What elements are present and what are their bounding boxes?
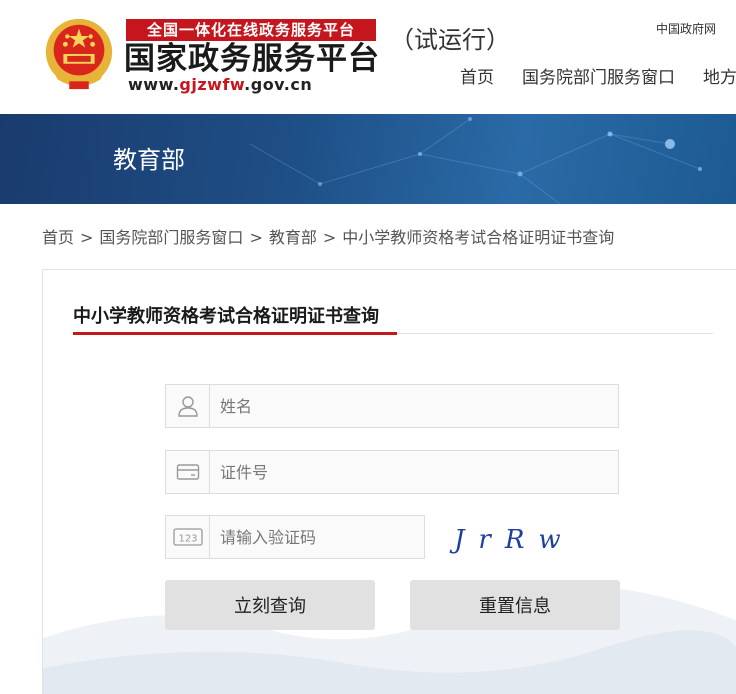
id-card-icon xyxy=(166,451,210,493)
nav-state-council-window[interactable]: 国务院部门服务窗口 xyxy=(522,66,675,90)
nav-home[interactable]: 首页 xyxy=(460,66,494,90)
name-field[interactable] xyxy=(165,384,619,428)
captcha-text: JrRw xyxy=(449,525,568,555)
name-input[interactable] xyxy=(210,386,618,426)
nav-local[interactable]: 地方 xyxy=(703,66,736,90)
url-prefix: www. xyxy=(128,75,180,94)
department-banner: 教育部 xyxy=(0,114,736,204)
captcha-input[interactable] xyxy=(210,517,424,557)
breadcrumb: 首页 > 国务院部门服务窗口 > 教育部 > 中小学教师资格考试合格证明证书查询 xyxy=(42,226,614,250)
top-nav: 首页 国务院部门服务窗口 地方 xyxy=(460,66,736,90)
site-url: www.gjzwfw.gov.cn xyxy=(128,76,312,94)
captcha-field[interactable]: 123 xyxy=(165,515,425,559)
id-number-field[interactable] xyxy=(165,450,619,494)
captcha-123-icon: 123 xyxy=(166,516,210,558)
title-underline xyxy=(73,332,397,335)
gov-link[interactable]: 中国政府网 xyxy=(656,20,716,37)
banner-network-decoration xyxy=(249,117,702,204)
trial-label: （试运行） xyxy=(390,26,510,54)
site-title[interactable]: 国家政务服务平台 xyxy=(124,40,380,78)
breadcrumb-separator: > xyxy=(249,228,263,247)
banner-title: 教育部 xyxy=(113,146,185,174)
id-number-input[interactable] xyxy=(210,452,618,492)
national-emblem-icon[interactable] xyxy=(40,14,118,94)
breadcrumb-current-page: 中小学教师资格考试合格证明证书查询 xyxy=(342,228,615,247)
query-button[interactable]: 立刻查询 xyxy=(165,580,375,630)
query-panel: 中小学教师资格考试合格证明证书查询 123 xyxy=(42,269,736,694)
url-highlight: gjzwfw xyxy=(179,75,245,94)
logo-slogan: 全国一体化在线政务服务平台 xyxy=(126,19,376,41)
reset-button[interactable]: 重置信息 xyxy=(410,580,620,630)
site-header: 全国一体化在线政务服务平台 国家政务服务平台 www.gjzwfw.gov.cn… xyxy=(0,0,736,114)
url-suffix: .gov.cn xyxy=(244,75,313,94)
breadcrumb-separator: > xyxy=(80,228,94,247)
user-icon xyxy=(166,385,210,427)
breadcrumb-home[interactable]: 首页 xyxy=(42,228,74,247)
svg-text:123: 123 xyxy=(178,534,197,545)
breadcrumb-separator: > xyxy=(322,228,337,247)
form-title: 中小学教师资格考试合格证明证书查询 xyxy=(73,306,379,327)
breadcrumb-ministry-of-education[interactable]: 教育部 xyxy=(269,228,317,247)
breadcrumb-state-council-window[interactable]: 国务院部门服务窗口 xyxy=(99,228,243,247)
captcha-image[interactable]: JrRw xyxy=(448,518,568,558)
